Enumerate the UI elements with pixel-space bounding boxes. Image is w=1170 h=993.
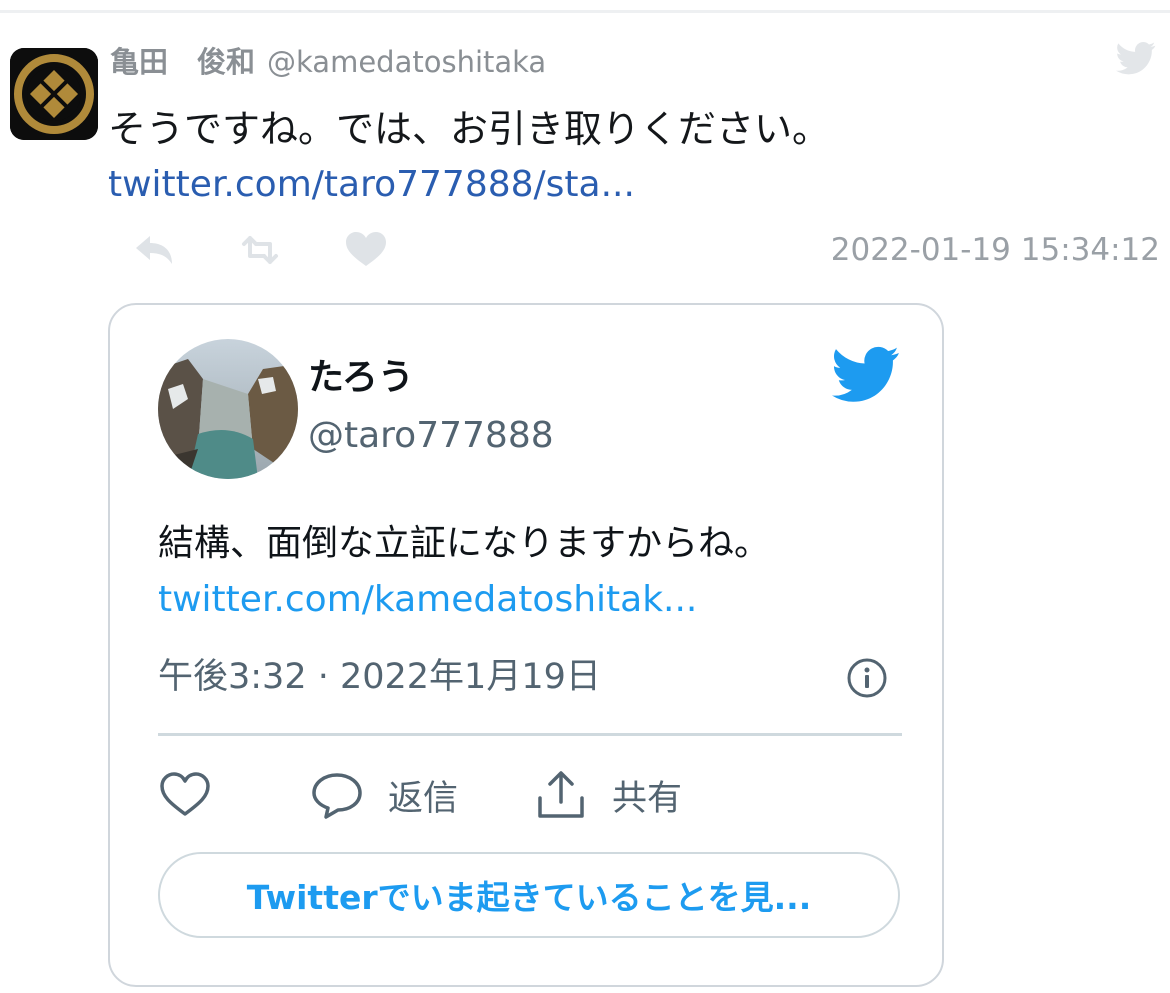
share-button[interactable]: 共有	[534, 765, 682, 825]
share-icon	[538, 771, 584, 818]
reply-label: 返信	[388, 778, 459, 819]
reply-icon[interactable]	[130, 228, 178, 272]
family-crest-icon	[10, 48, 98, 140]
landscape-photo-icon	[158, 339, 298, 479]
embed-avatar[interactable]	[158, 339, 298, 479]
reply-bubble-icon	[312, 773, 362, 819]
like-button[interactable]	[158, 765, 212, 825]
embed-author-handle[interactable]: @taro777888	[308, 413, 554, 459]
author-handle[interactable]: @kamedatoshitaka	[267, 45, 546, 79]
embed-author-name[interactable]: たろう	[308, 355, 414, 401]
info-icon[interactable]	[846, 657, 888, 699]
like-icon[interactable]	[342, 228, 390, 272]
tweet-text: そうですね。では、お引き取りください。	[108, 107, 831, 151]
author-name[interactable]: 亀田 俊和	[110, 45, 255, 79]
embedded-tweet-card[interactable]: たろう @taro777888 結構、面倒な立証になりますからね。 twitte…	[108, 303, 944, 987]
author-avatar[interactable]	[10, 48, 98, 140]
share-label: 共有	[612, 778, 683, 819]
tweet-link[interactable]: twitter.com/taro777888/sta...	[108, 160, 635, 210]
twitter-bird-icon[interactable]	[1115, 38, 1157, 78]
twitter-bird-icon[interactable]	[832, 345, 900, 403]
retweet-icon[interactable]	[236, 228, 284, 272]
top-divider	[0, 10, 1170, 13]
tweet-header: 亀田 俊和 @kamedatoshitaka	[110, 40, 546, 84]
embed-actions: 返信 共有	[158, 765, 902, 825]
tweet-timestamp: 2022-01-19 15:34:12	[830, 232, 1160, 268]
reply-button[interactable]: 返信	[310, 765, 458, 825]
embed-tweet-link[interactable]: twitter.com/kamedatoshitak...	[158, 575, 697, 625]
card-divider	[158, 733, 902, 736]
heart-icon	[160, 772, 210, 816]
embed-tweet-text: 結構、面倒な立証になりますからね。	[158, 523, 771, 564]
view-on-twitter-button[interactable]: Twitterでいま起きていることを見...	[158, 852, 900, 938]
embed-timestamp[interactable]: 午後3:32 · 2022年1月19日	[158, 652, 601, 702]
